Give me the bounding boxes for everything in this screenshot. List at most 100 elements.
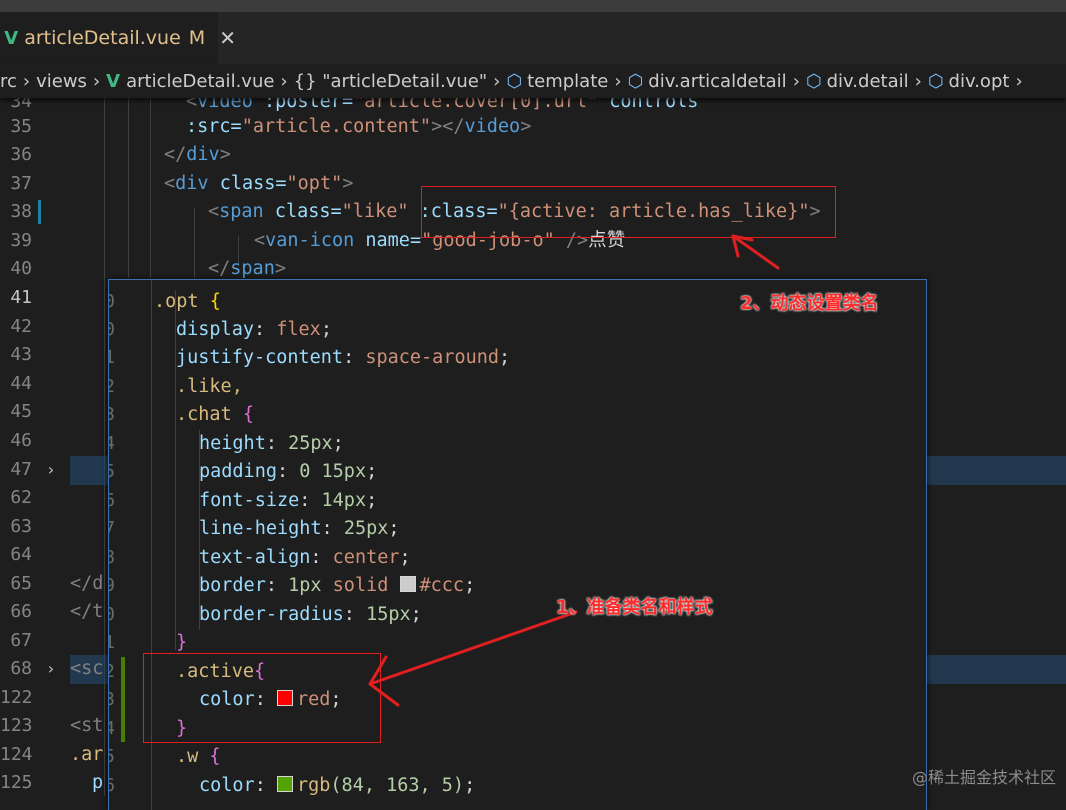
token: ; <box>410 604 422 625</box>
token: ; <box>464 775 476 796</box>
token: : <box>343 347 366 368</box>
annotation-label-2: 2、动态设置类名 <box>740 293 879 314</box>
token: ; <box>464 575 476 596</box>
line-number: 0 <box>109 288 115 317</box>
line-number: 1 <box>109 344 115 373</box>
token: div <box>175 173 209 194</box>
code-text: border: 1px solid #ccc; <box>199 572 475 601</box>
line-number: 62 <box>10 487 32 508</box>
code-line: 1 justify-content: space-around; <box>109 344 926 373</box>
token: ></ <box>431 116 465 137</box>
token: < <box>208 201 220 222</box>
breadcrumb-item-template[interactable]: template <box>527 71 608 92</box>
token: color <box>199 775 255 796</box>
code-text: <div class="opt"> <box>164 170 353 199</box>
chevron-right-icon: › <box>914 70 922 92</box>
line-number: 66 <box>10 601 32 622</box>
token: ; <box>399 547 411 568</box>
token: span <box>230 258 275 279</box>
line-number: 125 <box>0 772 33 793</box>
line-number: 40 <box>10 258 32 279</box>
line-number: 0 <box>109 316 115 345</box>
code-line: 35 :src="article.content"></video> <box>0 113 1066 142</box>
token: 14px <box>321 490 367 511</box>
token: : <box>265 433 289 454</box>
token: ; <box>499 347 511 368</box>
breadcrumb-item-opt[interactable]: div.opt <box>949 71 1010 92</box>
breadcrumb-item-articaldetail[interactable]: div.articaldetail <box>648 71 786 92</box>
modified-badge: M <box>188 27 206 49</box>
token: border-radius <box>199 604 344 625</box>
line-number: 36 <box>10 144 32 165</box>
token: video <box>464 116 521 137</box>
token: .like, <box>176 376 243 397</box>
cube-icon: ⬡ <box>805 70 822 92</box>
code-line: 2 .like, <box>109 373 926 402</box>
token: height <box>199 433 266 454</box>
code-line: 36 </div> <box>0 141 1066 170</box>
code-text: font-size: 14px; <box>199 487 377 516</box>
token: : <box>253 319 277 340</box>
token: < <box>164 173 176 194</box>
token: .opt <box>154 291 199 312</box>
line-number: 6 <box>109 487 115 516</box>
token: "article.cover[0].url" <box>353 98 599 112</box>
token: < <box>254 230 266 251</box>
modified-line-indicator <box>38 200 41 224</box>
line-number: 4 <box>109 715 115 744</box>
line-number: 0 <box>109 601 115 630</box>
token: space-around <box>365 347 500 368</box>
color-swatch[interactable] <box>276 776 293 792</box>
line-number: 42 <box>10 316 32 337</box>
breadcrumb-item-module[interactable]: {} "articleDetail.vue" <box>294 71 488 92</box>
token: line-height <box>199 518 322 539</box>
line-number: 4 <box>109 430 115 459</box>
token: justify-content <box>176 347 344 368</box>
line-number: 3 <box>109 401 115 430</box>
code-line: 0 display: flex; <box>109 316 926 345</box>
code-text: </t <box>70 598 103 627</box>
code-text: border-radius: 15px; <box>199 601 422 630</box>
line-number: 9 <box>109 572 115 601</box>
token: : <box>299 490 322 511</box>
token: class= <box>263 201 342 222</box>
code-text: </d <box>70 570 103 599</box>
tab-bar: V articleDetail.vue M ✕ <box>0 12 1066 64</box>
code-line: 4 height: 25px; <box>109 430 926 459</box>
line-number: 41 <box>10 287 32 308</box>
breadcrumb-item-views[interactable]: views <box>36 71 87 92</box>
chevron-right-icon[interactable]: › <box>46 655 56 684</box>
code-line: 5 padding: 0 15px; <box>109 458 926 487</box>
line-number: 5 <box>109 743 115 772</box>
chevron-right-icon: › <box>614 70 622 92</box>
token: padding <box>199 461 277 482</box>
chevron-right-icon: › <box>493 70 501 92</box>
token: ; <box>366 461 378 482</box>
token: text-align <box>199 547 311 568</box>
code-text: padding: 0 15px; <box>199 458 377 487</box>
token: > <box>219 144 231 165</box>
token: </d <box>70 573 104 594</box>
code-text: color: rgb(84, 163, 5); <box>199 772 475 801</box>
breadcrumb-item-src[interactable]: rc <box>0 71 17 92</box>
token: < <box>186 98 198 112</box>
breadcrumb-item-detail[interactable]: div.detail <box>827 71 909 92</box>
chevron-right-icon[interactable]: › <box>46 456 56 485</box>
code-text: display: flex; <box>176 316 332 345</box>
token: "article.content" <box>241 116 432 137</box>
annotation-box-active-style <box>143 653 381 743</box>
token: solid <box>321 575 400 596</box>
token: flex <box>276 319 321 340</box>
tab-articledetail[interactable]: V articleDetail.vue M ✕ <box>0 12 236 64</box>
code-text: line-height: 25px; <box>199 515 400 544</box>
breadcrumb-item-file[interactable]: articleDetail.vue <box>126 71 274 92</box>
breadcrumb: rc › views › V articleDetail.vue › {} "a… <box>0 64 1066 98</box>
code-line: 9 border: 1px solid #ccc; <box>109 572 926 601</box>
color-swatch[interactable] <box>399 576 416 592</box>
title-bar <box>0 0 1066 12</box>
code-text: <st <box>70 712 103 741</box>
code-text: height: 25px; <box>199 430 344 459</box>
close-icon[interactable]: ✕ <box>219 26 236 50</box>
line-number: 3 <box>109 686 115 715</box>
line-number: 37 <box>10 173 32 194</box>
